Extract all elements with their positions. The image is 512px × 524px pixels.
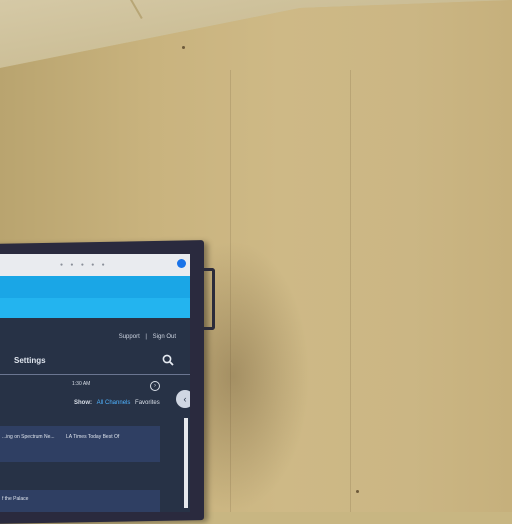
wall-speck <box>356 490 359 493</box>
sign-out-link[interactable]: Sign Out <box>153 334 176 340</box>
site-header-stripe <box>0 298 190 318</box>
listing-cell[interactable]: ...ing on Spectrum Ne... <box>2 434 55 440</box>
scrollbar[interactable] <box>184 418 188 508</box>
wall-speck <box>182 46 185 49</box>
nav-divider <box>0 374 190 375</box>
guide-time: 1:30 AM <box>72 381 91 387</box>
filter-label: Show: <box>74 400 92 406</box>
main-nav: Settings <box>0 346 190 370</box>
link-separator: | <box>145 334 147 340</box>
nav-settings[interactable]: Settings <box>14 356 46 365</box>
listing-row[interactable]: ...ing on Spectrum Ne... LA Times Today … <box>0 426 160 462</box>
toolbar-icons: ● ● ● ● ● <box>60 262 108 268</box>
listing-cell[interactable]: f the Palace <box>2 496 28 502</box>
wall-shadow <box>200 240 310 512</box>
filter-all-channels[interactable]: All Channels <box>97 400 131 406</box>
chevron-left-icon[interactable]: ‹ <box>176 390 190 408</box>
listing-cell[interactable]: LA Times Today Best Of <box>66 434 119 440</box>
chevron-right-icon[interactable]: › <box>150 381 160 391</box>
site-header <box>0 276 190 318</box>
browser-toolbar: ● ● ● ● ● <box>0 254 190 276</box>
wall-panel-seam <box>350 70 351 512</box>
search-icon[interactable] <box>162 354 174 366</box>
account-links: Support | Sign Out <box>117 334 178 340</box>
listing-row[interactable]: f the Palace <box>0 490 160 512</box>
support-link[interactable]: Support <box>119 334 140 340</box>
extension-icon[interactable] <box>177 259 186 268</box>
monitor-bracket <box>202 268 215 330</box>
filter-favorites[interactable]: Favorites <box>135 400 160 406</box>
channel-filter: Show: All Channels Favorites <box>74 400 160 406</box>
monitor-screen: ● ● ● ● ● Support | Sign Out Settings 1:… <box>0 254 190 512</box>
